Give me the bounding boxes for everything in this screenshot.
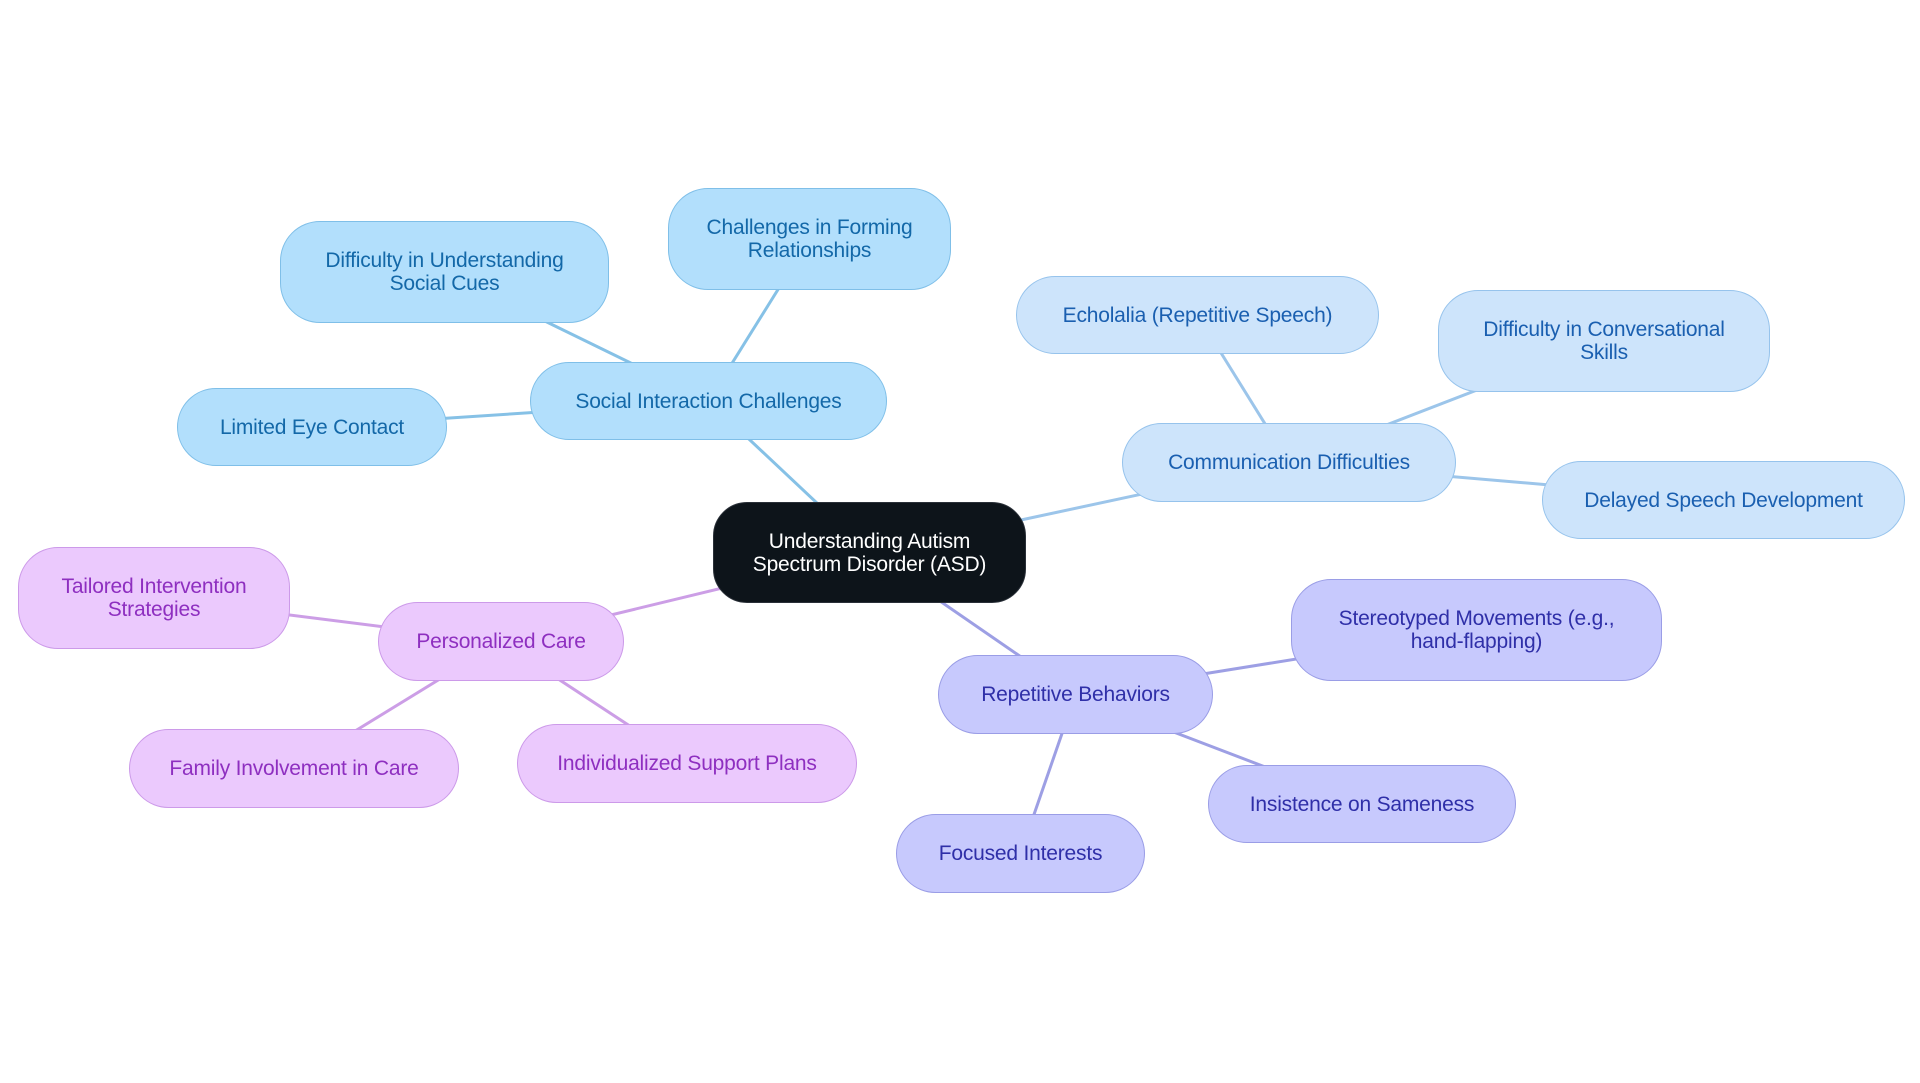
leaf-label: Individualized Support Plans bbox=[557, 752, 817, 775]
branch-node-personalized-care[interactable]: Personalized Care bbox=[378, 602, 624, 681]
leaf-node-conversational-skills[interactable]: Difficulty in Conversational Skills bbox=[1438, 290, 1770, 392]
leaf-node-family-involvement[interactable]: Family Involvement in Care bbox=[129, 729, 459, 808]
leaf-label: Tailored Intervention Strategies bbox=[61, 575, 247, 621]
leaf-label: Family Involvement in Care bbox=[169, 757, 419, 780]
leaf-label: Insistence on Sameness bbox=[1249, 792, 1475, 816]
leaf-node-echolalia[interactable]: Echolalia (Repetitive Speech) bbox=[1016, 276, 1379, 354]
branch-node-communication[interactable]: Communication Difficulties bbox=[1122, 423, 1456, 502]
leaf-label: Stereotyped Movements (e.g., hand-flappi… bbox=[1338, 607, 1615, 653]
branch-node-repetitive-behaviors[interactable]: Repetitive Behaviors bbox=[938, 655, 1213, 734]
leaf-node-eye-contact[interactable]: Limited Eye Contact bbox=[177, 388, 447, 466]
leaf-label: Focused Interests bbox=[938, 842, 1103, 865]
leaf-node-individualized-support-plans[interactable]: Individualized Support Plans bbox=[517, 724, 857, 803]
leaf-node-insistence-on-sameness[interactable]: Insistence on Sameness bbox=[1208, 765, 1516, 843]
branch-label: Repetitive Behaviors bbox=[981, 683, 1170, 706]
leaf-node-forming-relationships[interactable]: Challenges in Forming Relationships bbox=[668, 188, 951, 290]
root-node[interactable]: Understanding Autism Spectrum Disorder (… bbox=[713, 502, 1026, 603]
leaf-label: Challenges in Forming Relationships bbox=[706, 216, 913, 262]
leaf-label: Echolalia (Repetitive Speech) bbox=[1062, 303, 1333, 327]
leaf-label: Difficulty in Understanding Social Cues bbox=[325, 249, 564, 295]
leaf-node-stereotyped-movements[interactable]: Stereotyped Movements (e.g., hand-flappi… bbox=[1291, 579, 1662, 681]
leaf-node-delayed-speech[interactable]: Delayed Speech Development bbox=[1542, 461, 1905, 539]
branch-label: Communication Difficulties bbox=[1168, 451, 1410, 474]
branch-label: Social Interaction Challenges bbox=[575, 389, 842, 413]
root-node-label: Understanding Autism Spectrum Disorder (… bbox=[752, 529, 987, 576]
leaf-node-focused-interests[interactable]: Focused Interests bbox=[896, 814, 1145, 893]
leaf-node-tailored-intervention[interactable]: Tailored Intervention Strategies bbox=[18, 547, 290, 649]
leaf-label: Difficulty in Conversational Skills bbox=[1483, 318, 1725, 364]
branch-label: Personalized Care bbox=[416, 630, 586, 653]
branch-node-social-interaction[interactable]: Social Interaction Challenges bbox=[530, 362, 887, 440]
leaf-node-social-cues[interactable]: Difficulty in Understanding Social Cues bbox=[280, 221, 609, 323]
leaf-label: Delayed Speech Development bbox=[1584, 488, 1863, 512]
leaf-label: Limited Eye Contact bbox=[219, 415, 405, 439]
